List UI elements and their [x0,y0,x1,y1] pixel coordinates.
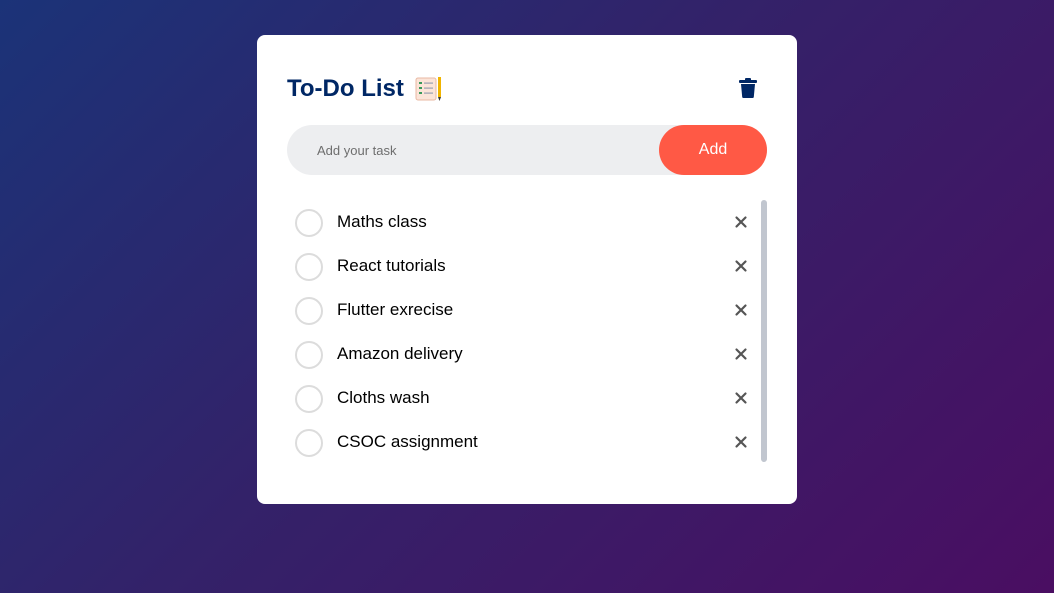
todo-card: To-Do List Add Maths class [257,35,797,504]
task-checkbox[interactable] [295,341,323,369]
task-label: Flutter exrecise [337,300,454,319]
close-icon[interactable] [733,390,749,406]
card-header: To-Do List [287,73,767,107]
task-label: Maths class [337,212,427,231]
notepad-icon [415,77,441,101]
task-checkbox[interactable] [295,209,323,237]
task-checkbox[interactable] [295,253,323,281]
close-icon[interactable] [733,434,749,450]
app-title-text: To-Do List [287,75,404,102]
app-title: To-Do List [287,75,442,103]
task-label: CSOC assignment [337,432,478,451]
list-item[interactable]: Cloths wash [287,374,753,418]
list-scrollbar[interactable] [761,200,767,462]
close-icon[interactable] [733,214,749,230]
task-checkbox[interactable] [295,429,323,457]
task-label: Cloths wash [337,388,430,407]
add-button[interactable]: Add [659,125,767,175]
list-item[interactable]: React tutorials [287,242,753,286]
task-checkbox[interactable] [295,297,323,325]
list-item[interactable]: Flutter exrecise [287,286,753,330]
close-icon[interactable] [733,346,749,362]
trash-icon[interactable] [739,78,757,98]
task-input-row: Add [287,125,767,175]
list-item[interactable]: Amazon delivery [287,330,753,374]
task-checkbox[interactable] [295,385,323,413]
task-input[interactable] [287,125,659,175]
close-icon[interactable] [733,258,749,274]
list-item[interactable]: CSOC assignment [287,418,753,462]
task-list: Maths class React tutorials Flutter exre… [287,198,767,464]
task-label: React tutorials [337,256,446,275]
close-icon[interactable] [733,302,749,318]
list-item[interactable]: Maths class [287,198,753,242]
task-label: Amazon delivery [337,344,463,363]
